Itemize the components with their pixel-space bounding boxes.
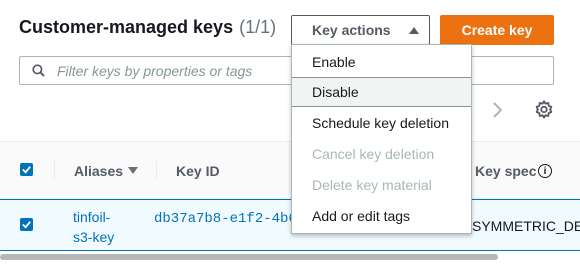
horizontal-scrollbar-thumb[interactable] — [0, 254, 498, 260]
menu-item-schedule-key-deletion[interactable]: Schedule key deletion — [292, 108, 471, 138]
row-select-checkbox[interactable] — [20, 218, 33, 231]
create-key-button[interactable]: Create key — [440, 15, 554, 45]
key-count: (1/1) — [239, 17, 277, 37]
checkbox-checked-icon — [22, 166, 31, 174]
alias-link[interactable]: tinfoil-s3-key — [73, 207, 123, 247]
menu-item-delete-key-material: Delete key material — [312, 177, 432, 193]
key-id-link[interactable]: db37a7b8-e1f2-4b6 — [154, 211, 297, 227]
gear-icon[interactable] — [533, 99, 555, 121]
info-icon[interactable]: i — [538, 164, 552, 178]
key-actions-label: Key actions — [312, 22, 391, 38]
chevron-right-icon[interactable] — [487, 100, 507, 120]
key-actions-button[interactable]: Key actions — [291, 15, 430, 45]
search-icon — [32, 64, 45, 77]
key-actions-menu: Enable Disable Schedule key deletion Can… — [291, 44, 472, 234]
column-header-aliases[interactable]: Aliases — [74, 163, 123, 179]
menu-item-add-or-edit-tags[interactable]: Add or edit tags — [292, 201, 471, 231]
sort-down-icon[interactable] — [128, 167, 138, 174]
column-divider — [54, 161, 55, 179]
column-header-key-spec[interactable]: Key spec — [475, 163, 536, 179]
column-header-key-id[interactable]: Key ID — [176, 163, 220, 179]
create-key-label: Create key — [461, 22, 533, 38]
page-title-text: Customer-managed keys — [19, 17, 234, 37]
select-all-checkbox[interactable] — [20, 163, 33, 176]
checkbox-checked-icon — [22, 221, 31, 229]
column-divider — [156, 161, 157, 179]
menu-item-disable[interactable]: Disable — [292, 77, 471, 107]
caret-up-icon — [408, 26, 419, 34]
key-spec-value: SYMMETRIC_DE — [472, 218, 580, 234]
menu-item-enable[interactable]: Enable — [292, 47, 471, 77]
menu-item-cancel-key-deletion: Cancel key deletion — [312, 146, 435, 162]
page-title: Customer-managed keys (1/1) — [19, 17, 276, 38]
filter-search-box — [19, 56, 554, 85]
